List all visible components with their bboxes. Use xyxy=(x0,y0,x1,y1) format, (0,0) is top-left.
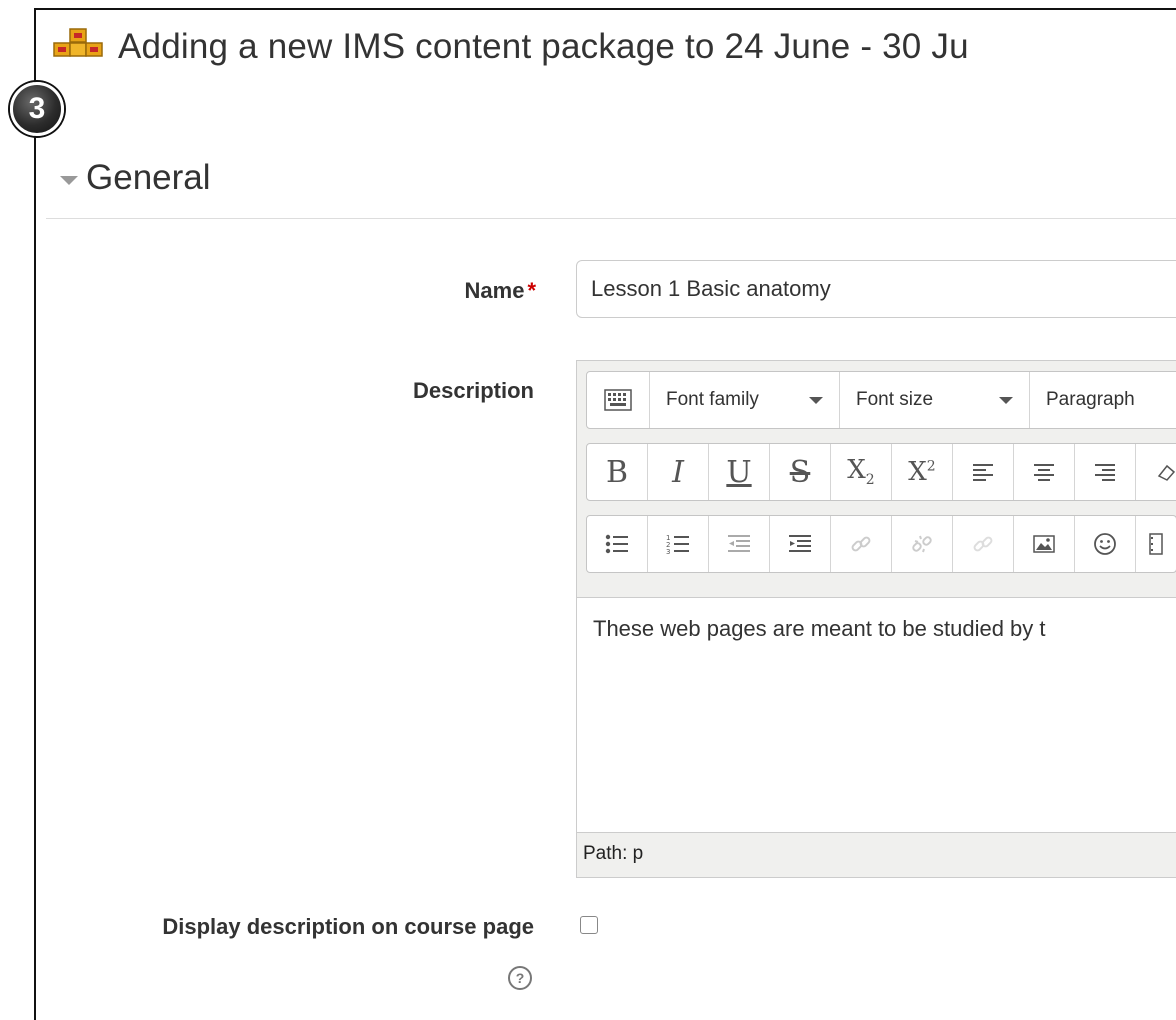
step-number-badge: 3 xyxy=(10,82,64,136)
required-marker: * xyxy=(527,278,536,303)
numbered-list-icon: 123 xyxy=(666,534,689,555)
editor-path-status: Path: p xyxy=(583,843,644,864)
chevron-down-icon xyxy=(809,396,823,404)
description-label: Description xyxy=(412,378,534,403)
outdent-button[interactable] xyxy=(709,516,770,572)
unlink-icon xyxy=(912,535,932,553)
link-icon xyxy=(851,536,871,552)
ims-package-icon xyxy=(52,27,112,67)
toolbar-row-3: 123 xyxy=(586,515,1176,573)
page-title: Adding a new IMS content package to 24 J… xyxy=(118,27,969,66)
description-text-area[interactable]: These web pages are meant to be studied … xyxy=(577,597,1176,833)
numbered-list-button[interactable]: 123 xyxy=(648,516,709,572)
font-family-dropdown[interactable]: Font family xyxy=(650,372,840,428)
eraser-icon xyxy=(1157,464,1176,481)
clear-formatting-button[interactable] xyxy=(1136,444,1176,500)
bold-button[interactable]: B xyxy=(587,444,648,500)
underline-button[interactable]: U xyxy=(709,444,770,500)
chevron-down-icon xyxy=(999,396,1013,404)
svg-text:3: 3 xyxy=(666,548,670,555)
section-title: General xyxy=(86,158,211,197)
align-left-button[interactable] xyxy=(953,444,1014,500)
insert-media-button[interactable] xyxy=(1136,516,1176,572)
font-size-dropdown[interactable]: Font size xyxy=(840,372,1030,428)
film-icon xyxy=(1149,533,1163,555)
name-input[interactable] xyxy=(576,260,1176,318)
smiley-icon xyxy=(1094,533,1116,555)
superscript-button[interactable]: X2 xyxy=(892,444,953,500)
paragraph-format-dropdown[interactable]: Paragraph xyxy=(1030,372,1176,428)
bullet-list-button[interactable] xyxy=(587,516,648,572)
subscript-icon: X2 xyxy=(847,455,875,489)
keyboard-icon xyxy=(604,389,632,411)
section-divider xyxy=(46,218,1176,219)
insert-image-button[interactable] xyxy=(1014,516,1075,572)
page-header: Adding a new IMS content package to 24 J… xyxy=(52,22,969,72)
bullet-list-icon xyxy=(605,534,628,554)
align-right-button[interactable] xyxy=(1075,444,1136,500)
italic-icon: I xyxy=(672,454,684,490)
superscript-icon: X2 xyxy=(908,457,936,487)
italic-button[interactable]: I xyxy=(648,444,709,500)
align-right-icon xyxy=(1095,464,1115,481)
strikethrough-button[interactable]: S xyxy=(770,444,831,500)
auto-link-button[interactable] xyxy=(953,516,1014,572)
display-description-checkbox[interactable] xyxy=(580,916,598,934)
toolbar-row-2: B I U S X2 X2 xyxy=(586,443,1176,501)
align-center-button[interactable] xyxy=(1014,444,1075,500)
indent-icon xyxy=(789,535,811,552)
indent-button[interactable] xyxy=(770,516,831,572)
toolbar-toggle-button[interactable] xyxy=(587,372,650,428)
bold-icon: B xyxy=(605,454,629,490)
auto-link-icon xyxy=(973,536,993,552)
help-icon[interactable]: ? xyxy=(508,966,532,990)
align-center-icon xyxy=(1034,464,1054,481)
image-icon xyxy=(1033,535,1055,553)
align-left-icon xyxy=(973,464,993,481)
caret-down-icon xyxy=(60,175,78,185)
description-editor: Font family Font size Paragraph B I U S … xyxy=(576,360,1176,878)
toolbar-row-1: Font family Font size Paragraph xyxy=(586,371,1176,429)
insert-emoticon-button[interactable] xyxy=(1075,516,1136,572)
strikethrough-icon: S xyxy=(789,454,811,490)
subscript-button[interactable]: X2 xyxy=(831,444,892,500)
insert-link-button[interactable] xyxy=(831,516,892,572)
outdent-icon xyxy=(728,535,750,552)
section-general-toggle[interactable]: General xyxy=(60,150,211,206)
name-label: Name * xyxy=(464,278,536,303)
display-description-label: Display description on course page xyxy=(162,914,534,939)
unlink-button[interactable] xyxy=(892,516,953,572)
underline-icon: U xyxy=(726,454,752,490)
